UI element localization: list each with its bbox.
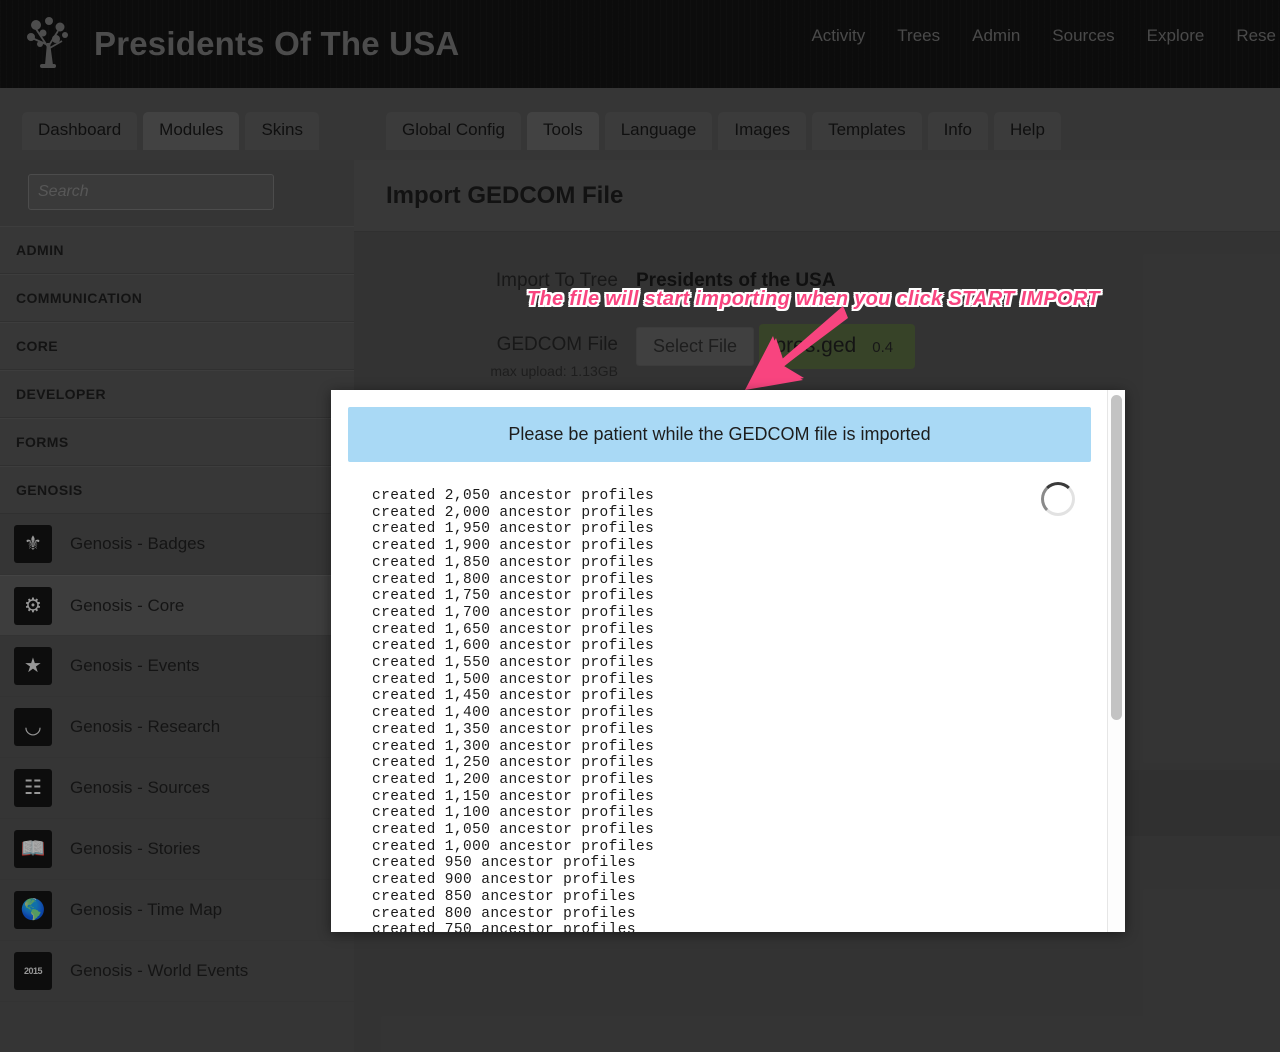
import-log-line: created 1,500 ancestor profiles — [372, 671, 655, 688]
import-log-line: created 1,800 ancestor profiles — [372, 571, 655, 588]
import-log-line: created 1,200 ancestor profiles — [372, 771, 655, 788]
import-log-line: created 1,450 ancestor profiles — [372, 688, 655, 705]
import-log-list: created 2,050 ancestor profiles created 2… — [372, 488, 1125, 932]
import-log-line: created 2,000 ancestor profiles — [372, 504, 655, 521]
import-log-line: created 1,750 ancestor profiles — [372, 588, 655, 605]
modal-scrollbar[interactable] — [1107, 390, 1125, 932]
modal-log-area: created 2,050 ancestor profiles created 2… — [331, 462, 1125, 932]
pink-arrow-icon — [740, 300, 850, 400]
loading-spinner-icon — [1041, 482, 1075, 516]
import-log-line: created 1,350 ancestor profiles — [372, 721, 655, 738]
modal-banner-text: Please be patient while the GEDCOM file … — [508, 424, 931, 444]
import-log-line: created 750 ancestor profiles — [372, 922, 636, 932]
import-log-line: created 1,550 ancestor profiles — [372, 655, 655, 672]
import-log-line: created 1,250 ancestor profiles — [372, 755, 655, 772]
import-log-line: created 1,050 ancestor profiles — [372, 822, 655, 839]
import-log-line: created 1,950 ancestor profiles — [372, 521, 655, 538]
import-progress-modal: Please be patient while the GEDCOM file … — [331, 390, 1125, 932]
import-log-line: created 1,150 ancestor profiles — [372, 788, 655, 805]
import-log-line: created 800 ancestor profiles — [372, 905, 636, 922]
import-log-line: created 1,000 ancestor profiles — [372, 838, 655, 855]
import-log-line: created 1,700 ancestor profiles — [372, 604, 655, 621]
import-log-line: created 900 ancestor profiles — [372, 872, 636, 889]
import-log-line: created 1,300 ancestor profiles — [372, 738, 655, 755]
modal-banner: Please be patient while the GEDCOM file … — [348, 407, 1091, 462]
modal-scrollbar-thumb[interactable] — [1111, 395, 1122, 720]
import-log-line: created 850 ancestor profiles — [372, 888, 636, 905]
import-log-line: created 1,850 ancestor profiles — [372, 554, 655, 571]
import-log-line: created 1,100 ancestor profiles — [372, 805, 655, 822]
import-log-line: created 1,600 ancestor profiles — [372, 638, 655, 655]
import-log-line: created 950 ancestor profiles — [372, 855, 636, 872]
import-log-line: created 2,050 ancestor profiles — [372, 488, 655, 504]
screen: Presidents Of The USA Activity Trees Adm… — [0, 0, 1280, 1052]
import-log-line: created 1,400 ancestor profiles — [372, 705, 655, 722]
import-log-line: created 1,650 ancestor profiles — [372, 621, 655, 638]
import-log-line: created 1,900 ancestor profiles — [372, 538, 655, 555]
